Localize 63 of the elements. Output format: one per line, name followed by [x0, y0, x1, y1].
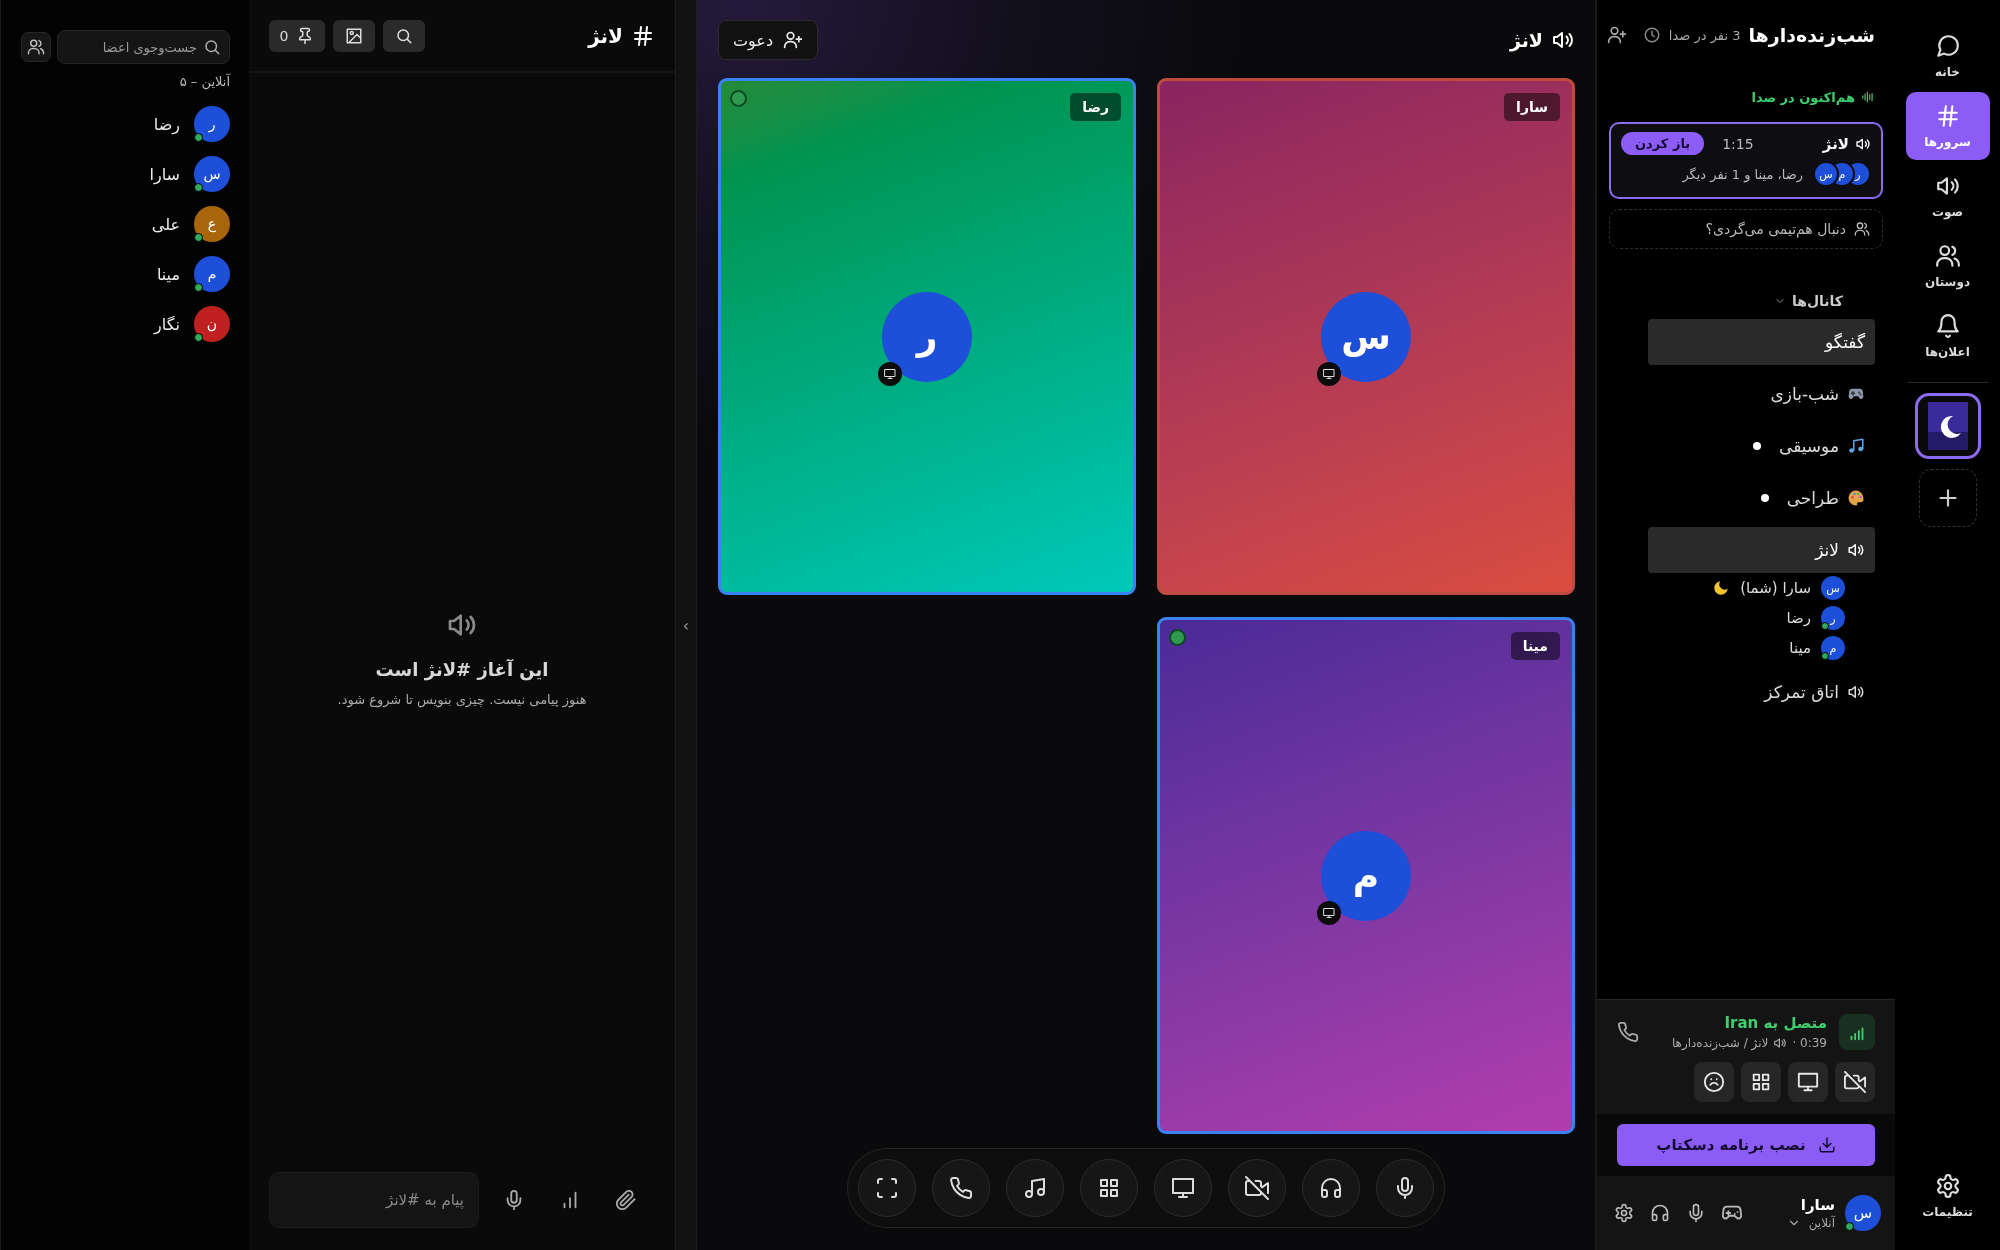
participants-summary: رضا، مینا و 1 نفر دیگر	[1682, 166, 1803, 182]
video-tile[interactable]: سارا س	[1157, 78, 1575, 595]
channel-item[interactable]: اتاق تمرکز	[1648, 669, 1875, 715]
section-heading[interactable]: کانال‌ها	[1791, 293, 1843, 309]
pins-button[interactable]: 0	[269, 19, 325, 52]
settings-button[interactable]: تنظیمات	[1905, 1162, 1990, 1230]
nav-tab[interactable]: دوستان	[1905, 232, 1990, 300]
install-button[interactable]: نصب برنامه دسکتاپ	[1617, 1124, 1875, 1166]
open-button[interactable]: باز کردن	[1621, 132, 1705, 155]
participant-name: مینا	[1510, 632, 1560, 660]
channel-title: لانژ	[588, 23, 623, 48]
member-name[interactable]: سارا (شما)	[1740, 579, 1811, 597]
avatar: س	[1821, 576, 1845, 600]
avatar: م	[194, 256, 230, 292]
video-tile[interactable]: رضا ر	[718, 78, 1136, 595]
channel-item[interactable]: لانژ	[1648, 527, 1875, 573]
avatar: ر	[1821, 606, 1845, 630]
avatar: ع	[194, 206, 230, 242]
section-heading: آنلاین – ۵	[178, 74, 230, 89]
avatar: م	[1321, 830, 1411, 921]
channel-item[interactable]: طراحی	[1648, 475, 1875, 521]
avatar: ر	[194, 106, 230, 142]
member-name[interactable]: سارا	[149, 164, 180, 184]
avatar: س	[1845, 1195, 1881, 1231]
nav-tab[interactable]: سرورها	[1905, 92, 1990, 160]
channel-path: لانژ / شب‌زنده‌دارها	[1671, 1036, 1769, 1050]
duration: 1:15	[1722, 135, 1754, 152]
avatar: ن	[194, 306, 230, 342]
invite-button[interactable]: دعوت	[718, 20, 818, 60]
participant-name: سارا	[1504, 93, 1560, 121]
participant-name: رضا	[1070, 93, 1121, 121]
member-name[interactable]: نگار	[154, 314, 180, 334]
avatar: س	[1321, 291, 1411, 382]
teammate-prompt[interactable]: دنبال هم‌تیمی می‌گردی؟	[1609, 209, 1883, 249]
avatar: م	[1821, 636, 1845, 660]
member-name[interactable]: علی	[151, 214, 180, 234]
member-name[interactable]: رضا	[153, 114, 180, 134]
user-status[interactable]: آنلاین	[1808, 1216, 1835, 1230]
section-heading: هم‌اکنون در صدا	[1751, 89, 1855, 105]
member-name[interactable]: مینا	[1789, 639, 1811, 657]
message-field[interactable]: پیام به #لانژ	[269, 1172, 479, 1228]
member-name[interactable]: رضا	[1786, 609, 1811, 627]
server-title: شب‌زنده‌دارها	[1748, 24, 1875, 46]
avatar: ر	[882, 291, 972, 382]
video-tile[interactable]: مینا م	[1157, 617, 1575, 1134]
nav-tab[interactable]: خانه	[1905, 22, 1990, 90]
empty-title: این آغاز #لانژ است	[375, 658, 549, 680]
call-duration: 0:39 ·	[1792, 1036, 1827, 1050]
channel-item[interactable]: گفتگو	[1648, 319, 1875, 365]
search-field[interactable]: جست‌وجوی اعضا	[57, 30, 230, 64]
member-name[interactable]: مینا	[156, 264, 180, 284]
voice-count: 3 نفر در صدا	[1668, 27, 1741, 43]
nav-tab[interactable]: اعلان‌ها	[1905, 302, 1990, 370]
user-name: سارا	[1799, 1196, 1835, 1214]
connection-status: متصل به Iran	[1723, 1014, 1827, 1032]
avatar: س	[194, 156, 230, 192]
channel-item[interactable]: موسیقی	[1648, 423, 1875, 469]
channel-name: لانژ	[1822, 134, 1849, 153]
nav-tab[interactable]: صوت	[1905, 162, 1990, 230]
empty-text: هنوز پیامی نیست. چیزی بنویس تا شروع شود.	[337, 691, 587, 707]
collapse-handle[interactable]: ‹	[677, 615, 695, 635]
channel-title: لانژ	[1509, 29, 1543, 51]
channel-item[interactable]: شب-بازی	[1648, 371, 1875, 417]
